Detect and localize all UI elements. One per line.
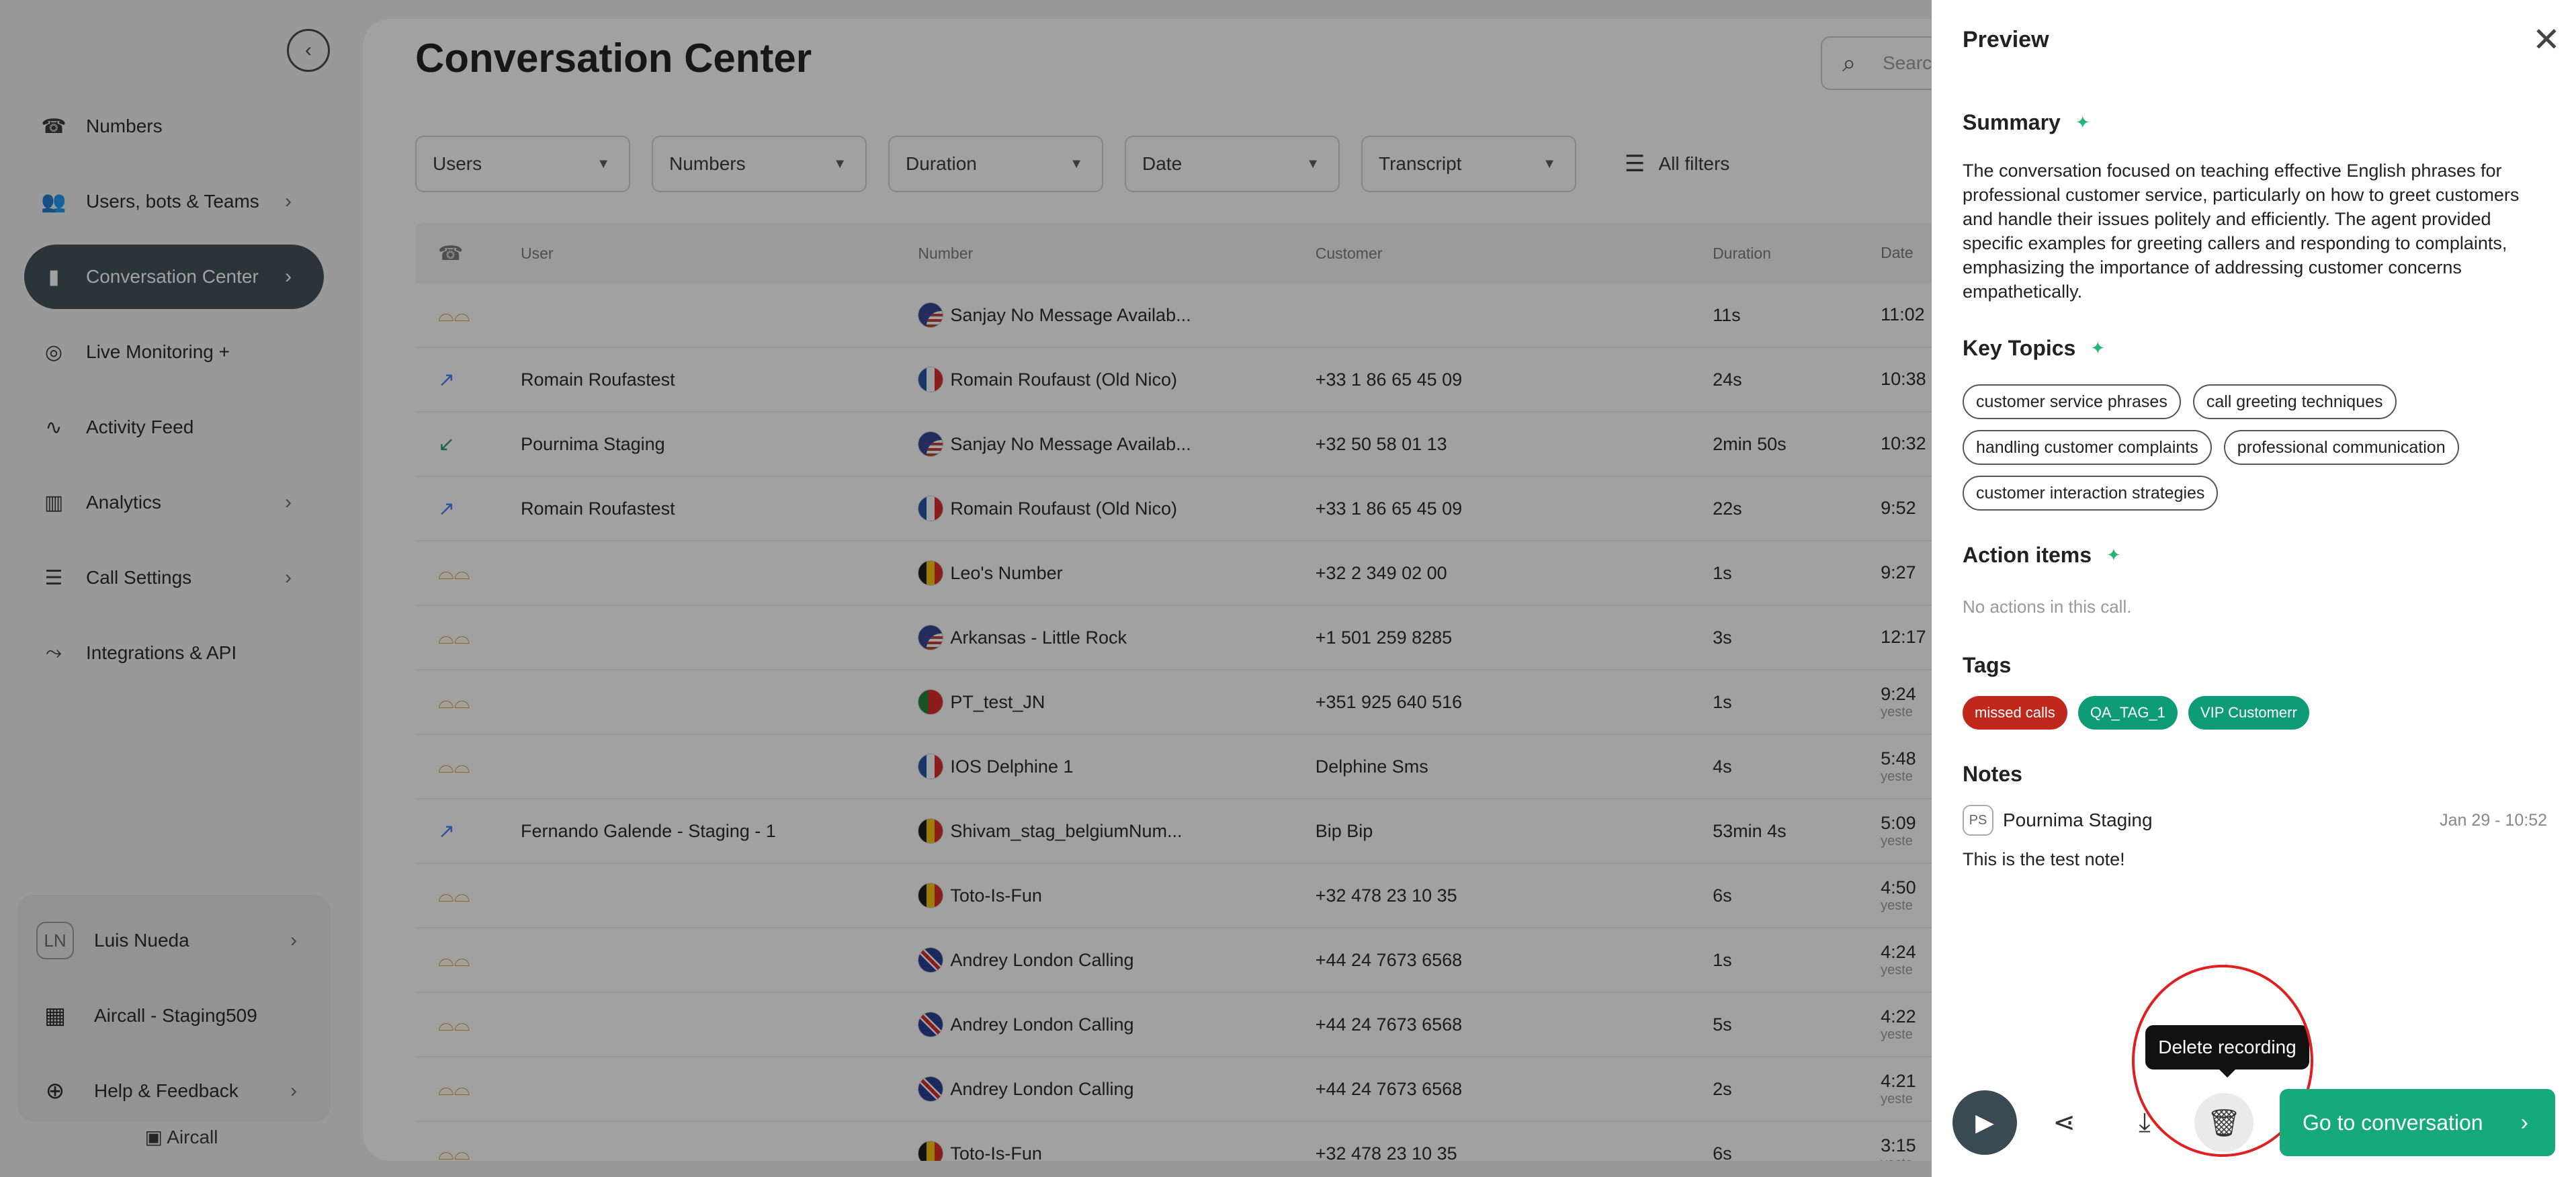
tag-badge[interactable]: VIP Customerr <box>2188 696 2309 730</box>
chevron-right-icon: › <box>2520 1109 2528 1135</box>
tag-badge[interactable]: QA_TAG_1 <box>2077 696 2178 730</box>
topics-heading-label: Key Topics <box>1963 336 2076 360</box>
sparkle-icon: ✦ <box>2075 112 2090 132</box>
actions-heading-label: Action items <box>1963 543 2092 567</box>
go-to-conversation-label: Go to conversation <box>2303 1110 2483 1135</box>
no-actions-text: No actions in this call. <box>1963 597 2132 617</box>
notes-heading: Notes <box>1963 762 2022 786</box>
topics-heading: Key Topics ✦ <box>1963 336 2105 361</box>
sparkle-icon: ✦ <box>2106 545 2121 565</box>
note-date: Jan 29 - 10:52 <box>2440 810 2547 830</box>
note-author: Pournima Staging <box>2003 810 2153 830</box>
summary-heading: Summary ✦ <box>1963 110 2090 135</box>
topic-chip: call greeting techniques <box>2192 384 2397 419</box>
note-header: PS Pournima Staging Jan 29 - 10:52 <box>1963 805 2547 836</box>
close-icon[interactable]: ✕ <box>2532 20 2561 59</box>
share-button[interactable]: ⋖ <box>2034 1093 2094 1152</box>
play-button[interactable]: ▶ <box>1952 1090 2017 1155</box>
topic-chip: customer interaction strategies <box>1963 476 2219 511</box>
go-to-conversation-button[interactable]: Go to conversation › <box>2280 1089 2555 1156</box>
share-icon: ⋖ <box>2053 1108 2075 1137</box>
play-icon: ▶ <box>1975 1108 1994 1136</box>
note-avatar: PS <box>1963 805 1993 836</box>
topic-chip: professional communication <box>2223 430 2459 465</box>
tags-heading: Tags <box>1963 653 2012 677</box>
tags-list: missed calls QA_TAG_1 VIP Customerr <box>1963 696 2320 730</box>
summary-heading-label: Summary <box>1963 110 2061 134</box>
sparkle-icon: ✦ <box>2090 338 2106 358</box>
topic-chip: customer service phrases <box>1963 384 2181 419</box>
tag-badge[interactable]: missed calls <box>1963 696 2067 730</box>
note-text: This is the test note! <box>1963 849 2125 869</box>
topics-list: customer service phrases call greeting te… <box>1963 384 2554 521</box>
modal-overlay[interactable] <box>0 0 1932 1177</box>
topic-chip: handling customer complaints <box>1963 430 2212 465</box>
drawer-title: Preview <box>1963 27 2049 52</box>
summary-text: The conversation focused on teaching eff… <box>1963 161 2520 302</box>
actions-heading: Action items ✦ <box>1963 543 2121 568</box>
